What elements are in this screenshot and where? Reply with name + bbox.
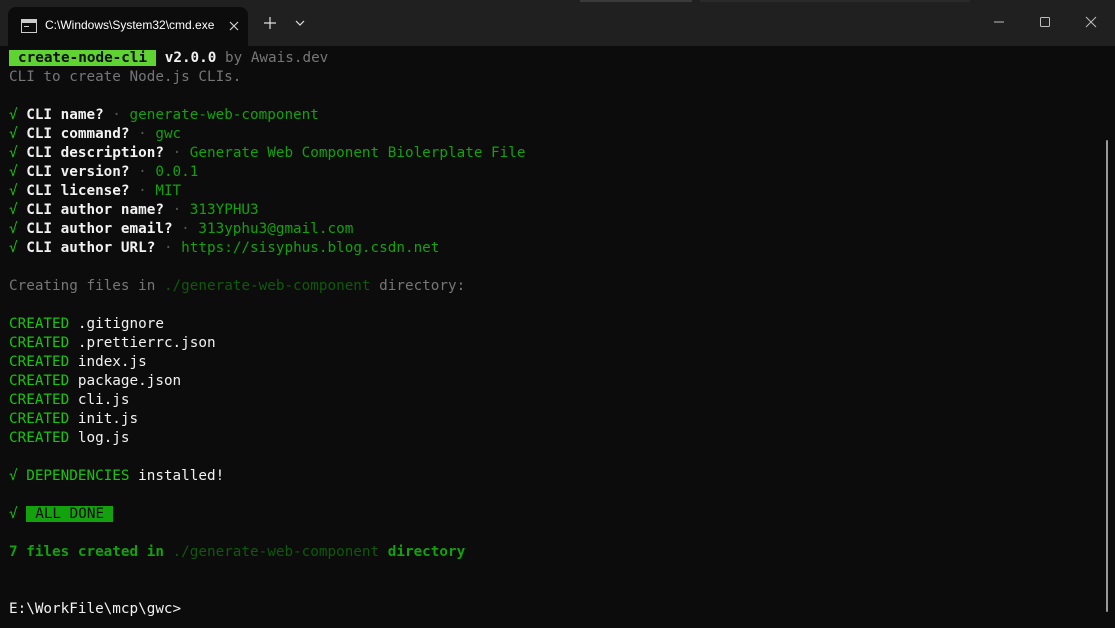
version-text: v2.0.0 <box>164 50 217 66</box>
prompt-separator: · <box>138 126 147 142</box>
prompt-question: CLI command? <box>26 126 130 142</box>
created-file-line: CREATED init.js <box>9 410 138 429</box>
creating-prefix: Creating files in <box>9 278 156 294</box>
check-icon: √ <box>9 107 18 123</box>
prompt-answer: MIT <box>155 183 182 199</box>
prompt-separator: · <box>138 164 147 180</box>
creating-suffix: directory: <box>379 278 466 294</box>
tab-cmd[interactable]: C:\Windows\System32\cmd.exe <box>8 7 248 46</box>
description-line: CLI to create Node.js CLIs. <box>9 69 242 85</box>
prompt-line: √ CLI description? · Generate Web Compon… <box>9 144 525 163</box>
created-label: CREATED <box>9 430 70 446</box>
prompt-question: CLI license? <box>26 183 130 199</box>
created-label: CREATED <box>9 373 70 389</box>
minimize-icon[interactable] <box>976 8 1022 36</box>
chevron-down-icon[interactable] <box>289 12 311 34</box>
created-label: CREATED <box>9 392 70 408</box>
summary-prefix: 7 files created in <box>9 544 164 560</box>
prompt-line: √ CLI license? · MIT <box>9 182 181 201</box>
prompt-line: √ CLI author URL? · https://sisyphus.blo… <box>9 239 439 258</box>
check-icon: √ <box>9 506 18 522</box>
created-label: CREATED <box>9 354 70 370</box>
created-file: cli.js <box>77 392 130 408</box>
created-label: CREATED <box>9 335 70 351</box>
background-window-edge <box>580 0 692 2</box>
prompt-line: √ CLI author email? · 313yphu3@gmail.com <box>9 220 353 239</box>
maximize-icon[interactable] <box>1022 8 1068 36</box>
created-file-line: CREATED .gitignore <box>9 315 164 334</box>
prompt-answer: 0.0.1 <box>155 164 199 180</box>
prompt-line: √ CLI author name? · 313YPHU3 <box>9 201 259 220</box>
console-output[interactable]: create-node-cli v2.0.0 by Awais.dev CLI … <box>9 49 1099 624</box>
created-label: CREATED <box>9 411 70 427</box>
check-icon: √ <box>9 126 18 142</box>
prompt-separator: · <box>112 107 121 123</box>
check-icon: √ <box>9 468 18 484</box>
dependencies-label: DEPENDENCIES <box>26 468 130 484</box>
prompt-question: CLI name? <box>26 107 104 123</box>
created-file: .gitignore <box>77 316 164 332</box>
check-icon: √ <box>9 145 18 161</box>
prompt-answer: generate-web-component <box>129 107 319 123</box>
check-icon: √ <box>9 240 18 256</box>
created-file-line: CREATED .prettierrc.json <box>9 334 216 353</box>
creating-line: Creating files in ./generate-web-compone… <box>9 277 465 296</box>
scrollbar[interactable] <box>1106 140 1108 612</box>
summary-path: ./generate-web-component <box>172 544 380 560</box>
prompt-question: CLI author email? <box>26 221 173 237</box>
prompt-separator: · <box>163 240 173 256</box>
prompt-answer: 313yphu3@gmail.com <box>198 221 354 237</box>
created-label: CREATED <box>9 316 70 332</box>
app-name-badge: create-node-cli <box>9 50 157 66</box>
prompt-answer: gwc <box>155 126 182 142</box>
prompt-separator: · <box>172 202 182 218</box>
created-file-line: CREATED cli.js <box>9 391 130 410</box>
prompt-separator: · <box>138 183 147 199</box>
console-icon <box>21 19 37 33</box>
prompt-line: √ CLI command? · gwc <box>9 125 181 144</box>
created-file: log.js <box>77 430 130 446</box>
summary-suffix: directory <box>387 544 466 560</box>
dependencies-line: √ DEPENDENCIES installed! <box>9 467 224 486</box>
dependencies-suffix: installed! <box>138 468 225 484</box>
prompt-separator: · <box>181 221 190 237</box>
created-file: init.js <box>77 411 139 427</box>
check-icon: √ <box>9 183 18 199</box>
prompt-answer: 313YPHU3 <box>189 202 259 218</box>
tab-title: C:\Windows\System32\cmd.exe <box>45 18 215 32</box>
check-icon: √ <box>9 202 18 218</box>
created-file: package.json <box>77 373 182 389</box>
check-icon: √ <box>9 164 18 180</box>
prompt-answer: Generate Web Component Biolerplate File <box>189 145 526 161</box>
created-file: index.js <box>77 354 147 370</box>
prompt-answer: https://sisyphus.blog.csdn.net <box>181 240 440 256</box>
command-prompt[interactable]: E:\WorkFile\mcp\gwc> <box>9 600 181 619</box>
prompt-question: CLI version? <box>26 164 130 180</box>
created-file-line: CREATED index.js <box>9 353 147 372</box>
prompt-separator: · <box>172 145 182 161</box>
summary-line: 7 files created in ./generate-web-compon… <box>9 543 465 562</box>
tab-close-icon[interactable] <box>225 17 243 35</box>
creating-path: ./generate-web-component <box>163 278 371 294</box>
prompt-question: CLI author URL? <box>26 240 156 256</box>
header-line: create-node-cli v2.0.0 by Awais.dev <box>9 49 328 68</box>
prompt-question: CLI description? <box>26 145 164 161</box>
prompt-line: √ CLI version? · 0.0.1 <box>9 163 198 182</box>
check-icon: √ <box>9 221 18 237</box>
terminal-window: C:\Windows\System32\cmd.exe create-node-… <box>0 0 1115 628</box>
title-bar[interactable]: C:\Windows\System32\cmd.exe <box>0 0 1115 46</box>
background-window-edge <box>700 0 970 2</box>
created-file-line: CREATED log.js <box>9 429 130 448</box>
all-done-line: √ ALL DONE <box>9 505 114 524</box>
prompt-line: √ CLI name? · generate-web-component <box>9 106 319 125</box>
all-done-badge: ALL DONE <box>26 506 114 522</box>
created-file-line: CREATED package.json <box>9 372 181 391</box>
created-file: .prettierrc.json <box>77 335 216 351</box>
prompt-question: CLI author name? <box>26 202 164 218</box>
new-tab-plus-icon[interactable] <box>259 12 281 34</box>
author-text: by Awais.dev <box>216 50 329 66</box>
close-icon[interactable] <box>1068 8 1114 36</box>
